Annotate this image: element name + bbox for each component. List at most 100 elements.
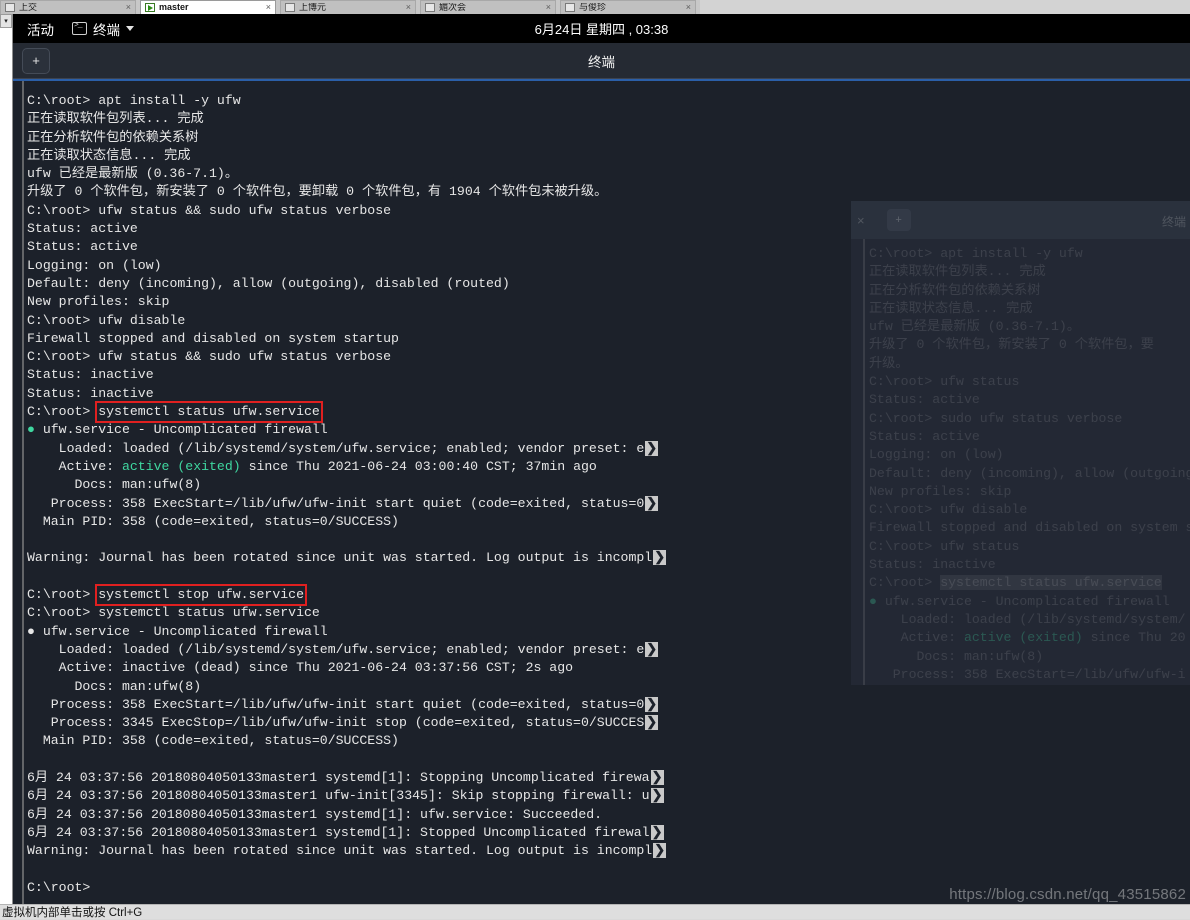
new-tab-button[interactable]: + [22,47,50,74]
terminal-line-text: ufw 已经是最新版 (0.36-7.1)。 [869,319,1081,335]
host-tab-3[interactable]: 媚次会 × [420,0,556,14]
terminal-line: C:\root> ufw status && sudo ufw status v… [27,348,677,366]
line-prefix: Active: [869,630,964,646]
terminal-line: C:\root> ufw status && sudo ufw status v… [27,202,677,220]
close-icon[interactable]: × [126,3,131,12]
host-tab-strip[interactable]: 上交 × master × 上博元 × 媚次会 × 与俊珍 × [0,0,1190,14]
terminal-line: C:\root> sudo ufw status verbose [869,410,1190,428]
app-menu-label: 终端 [93,22,120,38]
host-tab-1[interactable]: master × [140,0,276,14]
line-truncation-marker: ❯ [645,696,659,712]
terminal-line: Docs: man:ufw(8) [869,648,1190,666]
terminal-line-text: Status: active [869,392,980,408]
terminal-line-text: 升级了 0 个软件包，新安装了 0 个软件包，要卸载 0 个软件包，有 1904… [27,184,608,200]
terminal-line-text: Main PID: 358 (code=exited, status=0/SUC… [27,513,399,529]
terminal-line-text: C:\root> [27,879,91,895]
terminal-line: Process: 358 ExecStart=/lib/ufw/ufw-i [869,666,1190,684]
terminal-line: Docs: man:ufw(8) [27,476,677,494]
terminal-line-text: Status: inactive [27,367,154,383]
sidebar-collapse-toggle[interactable]: ▾ [0,14,12,28]
terminal-line: Logging: on (low) [27,257,677,275]
terminal-line-text: Warning: Journal has been rotated since … [27,843,653,859]
terminal-line-text: C:\root> ufw status [869,538,1020,554]
terminal-line-text: 正在分析软件包的依赖关系树 [27,129,199,145]
watermark: https://blog.csdn.net/qq_43515862 [949,886,1186,903]
line-truncation-marker: ❯ [645,715,659,731]
host-tab-label: master [159,3,189,12]
shell-prompt: C:\root> [27,404,99,420]
terminal-line: Process: 3345 ExecStop=/lib/ufw/ufw-init… [27,714,677,732]
terminal-line: C:\root> apt install -y ufw [27,92,677,110]
terminal-line: ● ufw.service - Uncomplicated firewall [27,421,677,439]
line-truncation-marker: ❯ [650,788,664,804]
close-icon[interactable]: × [266,3,271,12]
terminal-line: ● ufw.service - Uncomplicated firewall [869,593,1190,611]
terminal-line: Loaded: loaded (/lib/systemd/system/ufw.… [27,440,677,458]
line-truncation-marker: ❯ [653,550,667,566]
host-tab-0[interactable]: 上交 × [0,0,136,14]
chevron-down-icon[interactable] [126,26,134,31]
terminal-line: C:\root> ufw disable [27,312,677,330]
window-icon [425,3,435,12]
terminal-line-text: Loaded: loaded (/lib/systemd/system/ufw.… [27,440,645,456]
ghost-output: C:\root> apt install -y ufw 正在读取软件包列表... … [869,245,1190,684]
terminal-line-text: Process: 358 ExecStart=/lib/ufw/ufw-i [869,666,1186,682]
host-tab-label: 媚次会 [439,3,467,12]
ghost-window-overlay: × + 终端 C:\root> apt install -y ufw 正在读取软件… [851,201,1190,685]
terminal-line-text: C:\root> apt install -y ufw [27,93,241,108]
terminal-line: 正在读取软件包列表... 完成 [27,110,677,128]
terminal-line-text: Loaded: loaded (/lib/systemd/system/ [869,611,1186,627]
host-tab-strip-filler [700,0,1190,14]
terminal-line-text: Status: inactive [27,385,154,401]
terminal-line-text: C:\root> ufw disable [869,502,1028,518]
terminal-line: C:\root> ufw disable [869,501,1190,519]
terminal-line: Active: active (exited) since Thu 2021-0… [27,458,677,476]
terminal-line-text: Main PID: 358 (code=exited, status=0/SUC… [27,733,399,749]
shell-prompt: C:\root> [27,587,99,603]
terminal-line-text: Warning: Journal has been rotated since … [27,550,653,566]
service-state: active (exited) [963,630,1083,646]
terminal-line: 正在读取状态信息... 完成 [27,147,677,165]
terminal-line: ufw 已经是最新版 (0.36-7.1)。 [27,165,677,183]
terminal-line-text: 正在读取状态信息... 完成 [869,300,1033,316]
close-icon[interactable]: × [546,3,551,12]
terminal-line-text: Loaded: loaded (/lib/systemd/system/ufw.… [27,641,645,657]
terminal-line: C:\root> systemctl status ufw.service [27,604,677,622]
close-icon: × [857,212,865,228]
line-suffix: since Thu 20 [1082,630,1186,646]
host-sidebar: ▾ [0,14,13,904]
guest-desktop: 活动 终端 6月24日 星期四 , 03:38 + 终端 C:\root> ap… [13,14,1190,904]
terminal-line: ufw 已经是最新版 (0.36-7.1)。 [869,318,1190,336]
close-icon[interactable]: × [686,3,691,12]
terminal-line: ● ufw.service - Uncomplicated firewall [27,623,677,641]
terminal-line-text: C:\root> ufw status [869,374,1020,390]
line-suffix: since Thu 2021-06-24 03:00:40 CST; 37min… [240,458,597,474]
terminal-header-bar: + 终端 [13,43,1190,79]
terminal-line-text: C:\root> ufw status && sudo ufw status v… [27,202,392,218]
terminal-line: C:\root> apt install -y ufw [869,245,1190,263]
close-icon[interactable]: × [406,3,411,12]
terminal-line: Warning: Journal has been rotated since … [27,549,677,567]
terminal-line-text: ufw.service - Uncomplicated firewall [42,422,328,438]
host-tab-2[interactable]: 上博元 × [280,0,416,14]
terminal-line-text: Status: active [27,221,138,237]
clock[interactable]: 6月24日 星期四 , 03:38 [535,19,669,38]
terminal-line-text: ufw 已经是最新版 (0.36-7.1)。 [27,166,239,182]
activities-button[interactable]: 活动 [13,19,64,39]
host-tab-4[interactable]: 与俊珍 × [560,0,696,14]
ghost-header-bar: × + 终端 [851,201,1190,239]
terminal-line: 升级了 0 个软件包，新安装了 0 个软件包，要 [869,336,1190,354]
terminal-line: Active: active (exited) since Thu 20 [869,629,1190,647]
terminal-line-text: Firewall stopped and disabled on system … [869,520,1190,536]
terminal-line-text: 正在读取软件包列表... 完成 [869,264,1046,280]
terminal-line: Status: active [869,391,1190,409]
app-menu-terminal[interactable]: 终端 [64,19,142,39]
terminal-line: Status: inactive [27,366,677,384]
terminal-line-text: New profiles: skip [27,294,170,310]
terminal-line-text: 升级。 [869,355,909,371]
terminal-line-text: Status: active [869,428,980,444]
line-truncation-marker: ❯ [653,843,667,859]
terminal-line-text: Default: deny (incoming), allow (outgoin… [27,275,510,291]
